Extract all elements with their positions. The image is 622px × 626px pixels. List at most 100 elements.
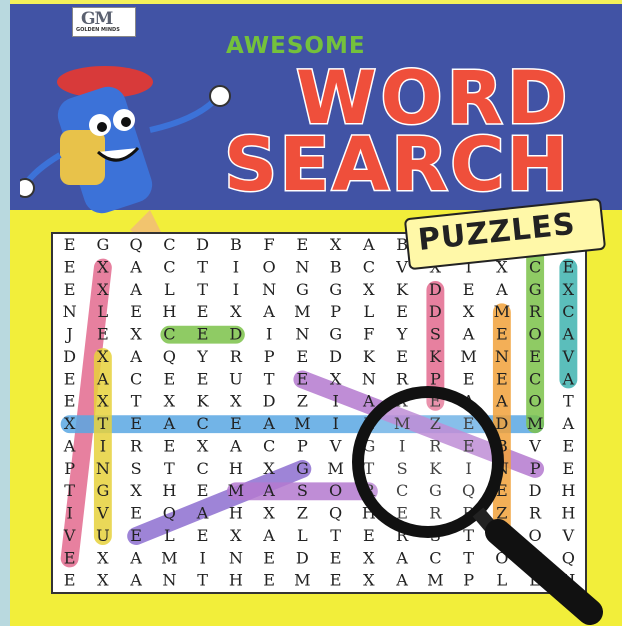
grid-letter: A [63,436,76,455]
grid-letter: E [197,526,209,545]
grid-letter: R [230,347,243,366]
mascot-backpack [60,130,105,185]
grid-letter: E [130,504,142,523]
grid-letter: M [327,459,344,478]
grid-letter: X [230,302,242,321]
grid-letter: C [363,257,375,276]
grid-letter: E [496,325,508,344]
grid-letter: X [263,459,275,478]
grid-letter: G [96,235,109,254]
grid-letter: E [463,280,475,299]
grid-letter: P [330,302,341,321]
grid-letter: X [130,481,142,500]
grid-letter: N [162,571,176,590]
magnifying-glass-icon [352,386,603,625]
grid-letter: S [297,481,308,500]
grid-letter: T [98,414,109,433]
grid-letter: Q [130,235,143,254]
grid-letter: N [295,325,309,344]
grid-letter: T [330,526,341,545]
grid-letter: X [230,526,242,545]
grid-letter: P [264,347,275,366]
grid-letter: D [196,235,209,254]
grid-letter: A [129,347,142,366]
grid-letter: J [64,325,72,344]
grid-letter: E [97,325,109,344]
grid-letter: E [163,369,175,388]
grid-letter: O [329,481,342,500]
grid-letter: E [330,571,342,590]
title-search: SEARCH [222,121,571,210]
grid-letter: E [64,392,76,411]
grid-letter: E [562,257,574,276]
grid-letter: P [297,436,308,455]
grid-letter: A [196,504,209,523]
grid-letter: N [63,302,77,321]
grid-letter: N [495,347,509,366]
grid-letter: X [330,369,342,388]
grid-letter: U [229,369,243,388]
grid-letter: A [495,280,508,299]
grid-letter: E [130,414,142,433]
grid-letter: Y [396,325,408,344]
grid-letter: A [229,436,242,455]
grid-letter: D [429,302,442,321]
grid-letter: X [164,392,176,411]
grid-letter: E [263,571,275,590]
grid-letter: E [396,302,408,321]
grid-letter: V [96,504,109,523]
grid-letter: K [396,280,409,299]
grid-letter: V [329,436,342,455]
grid-letter: I [332,414,338,433]
grid-letter: T [164,459,175,478]
grid-letter: E [64,571,76,590]
grid-letter: H [229,571,243,590]
grid-letter: D [229,325,242,344]
grid-letter: L [297,526,308,545]
grid-letter: N [262,280,276,299]
word-highlight [127,459,312,546]
grid-letter: Q [329,504,342,523]
grid-letter: X [97,392,109,411]
grid-letter: C [130,369,142,388]
grid-letter: E [296,347,308,366]
grid-letter: D [429,280,442,299]
grid-letter: O [263,257,276,276]
grid-letter: V [562,347,575,366]
grid-letter: X [463,302,475,321]
grid-letter: I [66,504,72,523]
grid-letter: B [230,235,242,254]
grid-letter: X [197,436,209,455]
grid-letter: G [329,280,342,299]
grid-letter: E [197,369,209,388]
grid-letter: Y [196,347,208,366]
grid-letter: F [363,325,374,344]
grid-letter: M [294,571,311,590]
grid-letter: H [229,459,243,478]
puzzles-label: PUZZLES [416,206,578,259]
grid-letter: T [64,481,75,500]
grid-letter: I [199,548,205,567]
grid-letter: N [229,548,243,567]
grid-letter: E [64,235,76,254]
grid-letter: X [97,257,109,276]
grid-letter: E [296,235,308,254]
grid-letter: I [233,257,239,276]
grid-letter: A [129,548,142,567]
grid-letter: X [97,571,109,590]
grid-letter: X [97,548,109,567]
grid-letter: H [162,481,176,500]
grid-letter: A [129,257,142,276]
grid-letter: Q [163,504,176,523]
grid-letter: T [131,392,142,411]
grid-letter: E [64,548,76,567]
grid-letter: T [197,280,208,299]
top-edge [10,0,622,4]
logo-subtitle: GOLDEN MINDS [76,27,120,33]
grid-letter: S [131,459,142,478]
grid-letter: E [296,369,308,388]
grid-letter: A [262,414,275,433]
grid-letter: C [562,302,574,321]
grid-letter: E [263,548,275,567]
grid-letter: I [100,436,106,455]
